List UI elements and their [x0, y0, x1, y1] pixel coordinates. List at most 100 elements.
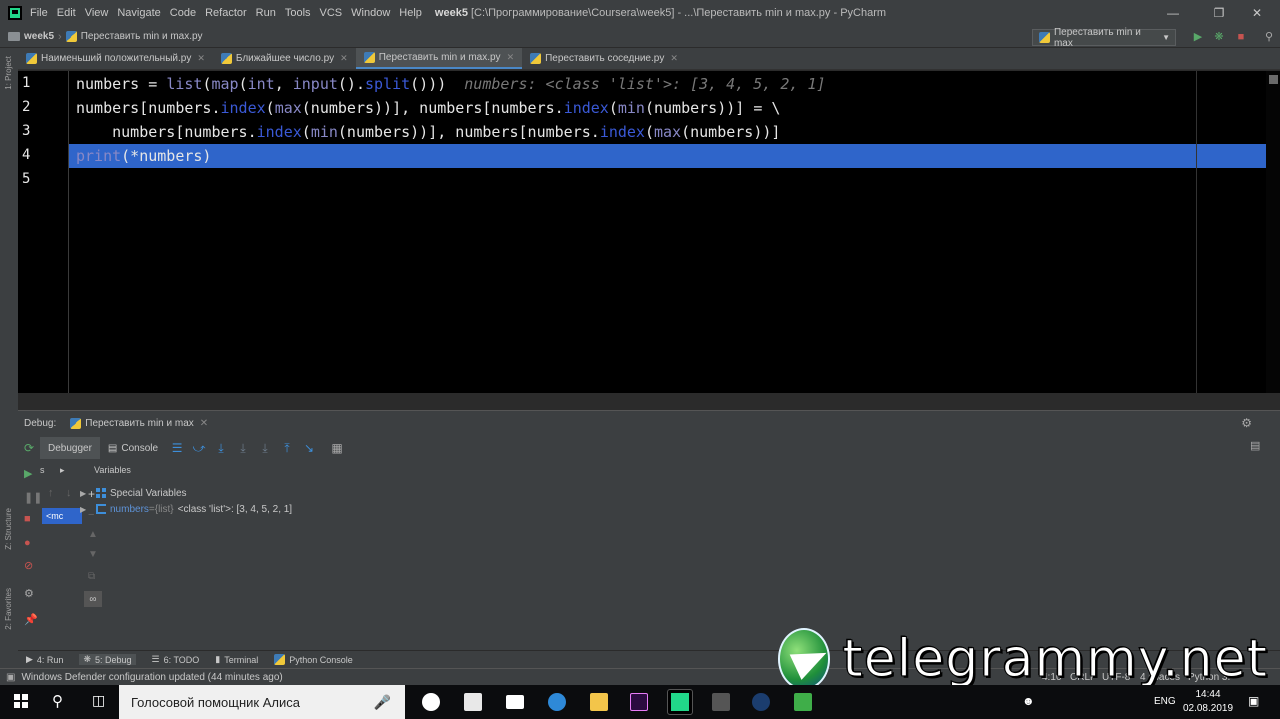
- settings-gear-icon[interactable]: ⚙: [1241, 416, 1252, 430]
- rerun-icon[interactable]: ⟳: [22, 441, 36, 455]
- code-area[interactable]: numbers = list(map(int, input().split())…: [69, 71, 1280, 393]
- menu-edit[interactable]: Edit: [57, 7, 76, 19]
- run-icon[interactable]: ▶: [1189, 28, 1207, 45]
- threads-header[interactable]: ▸: [60, 465, 65, 476]
- frame-up-icon[interactable]: ↑: [48, 487, 54, 499]
- step-over-icon[interactable]: ⤻: [192, 441, 206, 455]
- minimize-icon[interactable]: —: [1150, 0, 1196, 26]
- debug-tool-button[interactable]: ❋ 5: Debug: [79, 654, 136, 665]
- app-green-icon[interactable]: [794, 693, 812, 711]
- file-explorer-icon[interactable]: [590, 693, 608, 711]
- close-tab-icon[interactable]: ✕: [340, 53, 348, 64]
- frame-down-icon[interactable]: ↓: [66, 487, 72, 499]
- terminal-tool-button[interactable]: ▮ Terminal: [215, 654, 258, 665]
- menu-help[interactable]: Help: [399, 7, 422, 19]
- debug-bug-icon[interactable]: ❋: [1210, 28, 1228, 45]
- menu-tools[interactable]: Tools: [285, 7, 311, 19]
- taskbar-search-input[interactable]: Голосовой помощник Алиса 🎤: [119, 685, 405, 719]
- favorites-tool-button[interactable]: 2: Favorites: [4, 588, 13, 630]
- tab-console[interactable]: ▤ Console: [100, 437, 166, 459]
- variable-type: {list}: [154, 503, 174, 515]
- expand-arrow-icon[interactable]: ▶: [80, 505, 90, 514]
- people-icon[interactable]: ☻: [1022, 694, 1035, 708]
- tab-file-3-active[interactable]: Переставить min и max.py ✕: [355, 48, 523, 69]
- close-tab-icon[interactable]: ✕: [507, 52, 515, 63]
- code-editor[interactable]: 1 2 3 4 5 numbers = list(map(int, input(…: [18, 71, 1280, 393]
- pin-icon[interactable]: 📌: [24, 613, 38, 626]
- tab-file-2[interactable]: Ближайшее число.py ✕: [213, 48, 356, 69]
- breadcrumb-file[interactable]: Переставить min и max.py: [65, 31, 203, 42]
- structure-tool-button[interactable]: Z: Structure: [4, 508, 13, 550]
- python-console-tool-button[interactable]: Python Console: [274, 654, 353, 665]
- menu-navigate[interactable]: Navigate: [117, 7, 160, 19]
- run-configuration-select[interactable]: Переставить min и max ▼: [1032, 26, 1176, 49]
- close-tab-icon[interactable]: ✕: [197, 53, 205, 64]
- todo-tool-button[interactable]: ☰ 6: TODO: [152, 654, 200, 665]
- taskbar-search-text: Голосовой помощник Алиса: [131, 694, 300, 710]
- todo-icon: ☰: [151, 654, 160, 664]
- tab-debugger[interactable]: Debugger: [40, 437, 100, 459]
- run-tool-button[interactable]: ▶ 4: Run: [26, 654, 63, 665]
- menu-view[interactable]: View: [85, 7, 109, 19]
- evaluate-expression-icon[interactable]: ▦: [330, 441, 344, 455]
- settings-icon[interactable]: ⚙: [24, 587, 34, 600]
- search-icon[interactable]: ⚲: [1260, 28, 1278, 45]
- stop-debug-icon[interactable]: ■: [24, 513, 31, 525]
- telegram-globe-logo: [778, 628, 833, 690]
- status-message[interactable]: Windows Defender configuration updated (…: [21, 672, 282, 683]
- python-file-icon: [26, 53, 37, 64]
- menu-code[interactable]: Code: [170, 7, 196, 19]
- chevron-down-icon: ▼: [1162, 33, 1170, 42]
- system-clock[interactable]: 14:44 02.08.2019: [1178, 688, 1238, 716]
- resume-icon[interactable]: ▶: [24, 467, 32, 480]
- step-into-icon[interactable]: ⤓: [214, 441, 228, 455]
- close-icon[interactable]: ✕: [1234, 0, 1280, 26]
- inspection-ok-icon[interactable]: [1269, 75, 1278, 84]
- close-tab-icon[interactable]: ✕: [670, 53, 678, 64]
- show-execution-point-icon[interactable]: ☰: [170, 441, 184, 455]
- run-configuration-label: Переставить min и max: [1053, 26, 1141, 49]
- tab-file-4[interactable]: Переставить соседние.py ✕: [522, 48, 686, 69]
- pycharm-taskbar-icon[interactable]: [667, 689, 693, 715]
- restore-layout-icon[interactable]: ▤: [1250, 439, 1260, 452]
- search-icon[interactable]: ⚲: [52, 692, 63, 710]
- breadcrumb-project[interactable]: week5: [0, 31, 54, 42]
- error-stripe[interactable]: [1266, 71, 1280, 393]
- mail-icon[interactable]: [506, 695, 524, 709]
- store-icon[interactable]: [464, 693, 482, 711]
- project-tool-button[interactable]: 1: Project: [4, 56, 13, 90]
- clock-time: 14:44: [1195, 689, 1221, 700]
- edge-icon[interactable]: [548, 693, 566, 711]
- language-indicator[interactable]: ENG: [1154, 696, 1176, 707]
- menu-run[interactable]: Run: [256, 7, 276, 19]
- debug-session-tab[interactable]: Переставить min и max ✕: [70, 417, 208, 429]
- tree-row-numbers[interactable]: ▶ numbers = {list} <class 'list'>: [3, 4…: [80, 501, 292, 517]
- run-to-cursor-icon[interactable]: ↘: [302, 441, 316, 455]
- line-number: 3: [22, 123, 31, 139]
- step-out-icon[interactable]: ⤒: [280, 441, 294, 455]
- tree-row-special-variables[interactable]: ▶ Special Variables: [80, 485, 187, 501]
- microphone-icon[interactable]: 🎤: [374, 694, 391, 711]
- notifications-icon[interactable]: ▣: [1248, 694, 1259, 708]
- stop-icon[interactable]: ■: [1232, 28, 1250, 45]
- premiere-icon[interactable]: [630, 693, 648, 711]
- app-icon[interactable]: [712, 693, 730, 711]
- windows-start-icon[interactable]: [14, 694, 28, 708]
- menu-refactor[interactable]: Refactor: [205, 7, 247, 19]
- selected-frame[interactable]: <mc: [42, 508, 82, 524]
- tab-file-1[interactable]: Наименьший положительный.py ✕: [18, 48, 213, 69]
- menu-file[interactable]: File: [30, 7, 48, 19]
- line-number: 5: [22, 171, 31, 187]
- pause-icon[interactable]: ❚❚: [24, 491, 42, 504]
- force-step-into-icon[interactable]: ⤓: [258, 441, 272, 455]
- steam-icon[interactable]: [752, 693, 770, 711]
- expand-arrow-icon[interactable]: ▶: [80, 489, 90, 498]
- step-into-my-code-icon[interactable]: ⤓: [236, 441, 250, 455]
- view-breakpoints-icon[interactable]: ●: [24, 537, 31, 549]
- yandex-browser-icon[interactable]: [422, 693, 440, 711]
- mute-breakpoints-icon[interactable]: ⊘: [24, 559, 33, 572]
- menu-window[interactable]: Window: [351, 7, 390, 19]
- menu-vcs[interactable]: VCS: [320, 7, 343, 19]
- task-view-icon[interactable]: ◫: [92, 692, 105, 709]
- close-session-icon[interactable]: ✕: [200, 418, 208, 429]
